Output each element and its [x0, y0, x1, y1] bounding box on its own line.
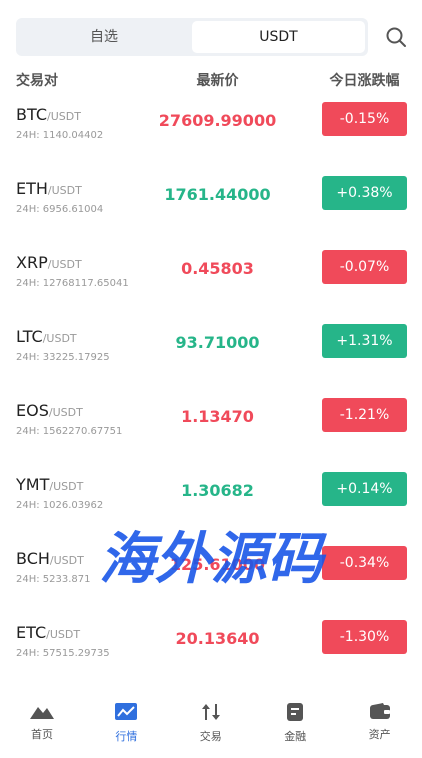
- change-badge[interactable]: -0.34%: [322, 546, 407, 580]
- market-row-eth[interactable]: ETH/USDT 24H: 6956.61004 1761.44000 +0.38%: [0, 176, 422, 253]
- pair-name: EOS/USDT: [16, 401, 83, 420]
- pair-quote: /USDT: [49, 480, 84, 493]
- tab-label: 行情: [115, 730, 138, 743]
- pair-name: ETC/USDT: [16, 623, 80, 642]
- pair-quote: /USDT: [46, 110, 81, 123]
- volume-24h: 24H: 57515.29735: [16, 648, 110, 659]
- segment-favorites[interactable]: 自选: [18, 21, 190, 53]
- last-price: 0.45803: [181, 259, 254, 278]
- tab-label: 交易: [199, 730, 222, 743]
- market-row-eos[interactable]: EOS/USDT 24H: 1562270.67751 1.13470 -1.21%: [0, 398, 422, 475]
- pair-symbol: YMT: [16, 475, 50, 494]
- segment-control: 自选 USDT: [16, 18, 368, 56]
- last-price: 27609.99000: [158, 111, 277, 130]
- market-row-btc[interactable]: BTC/USDT 24H: 1140.04402 27609.99000 -0.15%: [0, 102, 422, 179]
- tab-1[interactable]: 首页: [0, 702, 84, 742]
- pair-name: ETH/USDT: [16, 179, 82, 198]
- pair-quote: /USDT: [47, 184, 82, 197]
- last-price: 1.13470: [181, 407, 254, 426]
- change-badge[interactable]: +0.14%: [322, 472, 407, 506]
- header-change[interactable]: 今日涨跌幅: [322, 70, 407, 90]
- last-price: 93.71000: [175, 333, 260, 352]
- market-row-bch[interactable]: BCH/USDT 24H: 5233.871 125.61000 -0.34%: [0, 546, 422, 623]
- market-row-etc[interactable]: ETC/USDT 24H: 57515.29735 20.13640 -1.30%: [0, 620, 422, 697]
- pair-name: XRP/USDT: [16, 253, 82, 272]
- change-badge[interactable]: -0.15%: [322, 102, 407, 136]
- change-badge[interactable]: +1.31%: [322, 324, 407, 358]
- volume-24h: 24H: 33225.17925: [16, 352, 110, 363]
- pair-quote: /USDT: [42, 332, 77, 345]
- document-icon: [253, 702, 337, 722]
- change-badge[interactable]: -1.21%: [322, 398, 407, 432]
- tab-label: 资产: [368, 728, 391, 741]
- pair-quote: /USDT: [49, 554, 84, 567]
- last-price: 20.13640: [175, 629, 260, 648]
- chart-icon: [84, 702, 168, 722]
- tab-label: 首页: [31, 728, 53, 741]
- pair-symbol: ETC: [16, 623, 47, 642]
- change-badge[interactable]: -1.30%: [322, 620, 407, 654]
- pair-name: LTC/USDT: [16, 327, 77, 346]
- volume-24h: 24H: 1026.03962: [16, 500, 104, 511]
- market-row-ymt[interactable]: YMT/USDT 24H: 1026.03962 1.30682 +0.14%: [0, 472, 422, 549]
- volume-24h: 24H: 12768117.65041: [16, 278, 129, 289]
- header-pair: 交易对: [16, 73, 58, 89]
- last-price: 125.61000: [169, 555, 266, 574]
- tab-3[interactable]: 交易: [169, 702, 253, 744]
- pair-symbol: ETH: [16, 179, 48, 198]
- pair-symbol: BTC: [16, 105, 47, 124]
- segment-usdt[interactable]: USDT: [192, 21, 365, 53]
- tab-2[interactable]: 行情: [84, 702, 168, 744]
- pair-name: BTC/USDT: [16, 105, 81, 124]
- pair-quote: /USDT: [47, 258, 82, 271]
- pair-name: BCH/USDT: [16, 549, 84, 568]
- wallet-icon: [338, 702, 422, 720]
- pair-symbol: BCH: [16, 549, 50, 568]
- volume-24h: 24H: 5233.871: [16, 574, 91, 585]
- volume-24h: 24H: 1562270.67751: [16, 426, 123, 437]
- pair-name: YMT/USDT: [16, 475, 83, 494]
- change-badge[interactable]: +0.38%: [322, 176, 407, 210]
- pair-quote: /USDT: [46, 628, 81, 641]
- tab-4[interactable]: 金融: [253, 702, 337, 744]
- pair-symbol: EOS: [16, 401, 49, 420]
- trade-arrows-icon: [169, 702, 253, 722]
- change-badge[interactable]: -0.07%: [322, 250, 407, 284]
- bottom-tab-bar: 首页 行情 交易 金融 资产: [0, 690, 422, 758]
- tab-5[interactable]: 资产: [338, 702, 422, 742]
- volume-24h: 24H: 6956.61004: [16, 204, 104, 215]
- pair-symbol: LTC: [16, 327, 43, 346]
- header-price[interactable]: 最新价: [130, 70, 305, 90]
- search-icon[interactable]: [385, 26, 407, 48]
- mountain-icon: [0, 702, 84, 720]
- pair-symbol: XRP: [16, 253, 48, 272]
- market-row-ltc[interactable]: LTC/USDT 24H: 33225.17925 93.71000 +1.31%: [0, 324, 422, 401]
- tab-label: 金融: [284, 730, 307, 743]
- market-row-xrp[interactable]: XRP/USDT 24H: 12768117.65041 0.45803 -0.07%: [0, 250, 422, 327]
- pair-quote: /USDT: [48, 406, 83, 419]
- last-price: 1761.44000: [164, 185, 271, 204]
- last-price: 1.30682: [181, 481, 254, 500]
- volume-24h: 24H: 1140.04402: [16, 130, 104, 141]
